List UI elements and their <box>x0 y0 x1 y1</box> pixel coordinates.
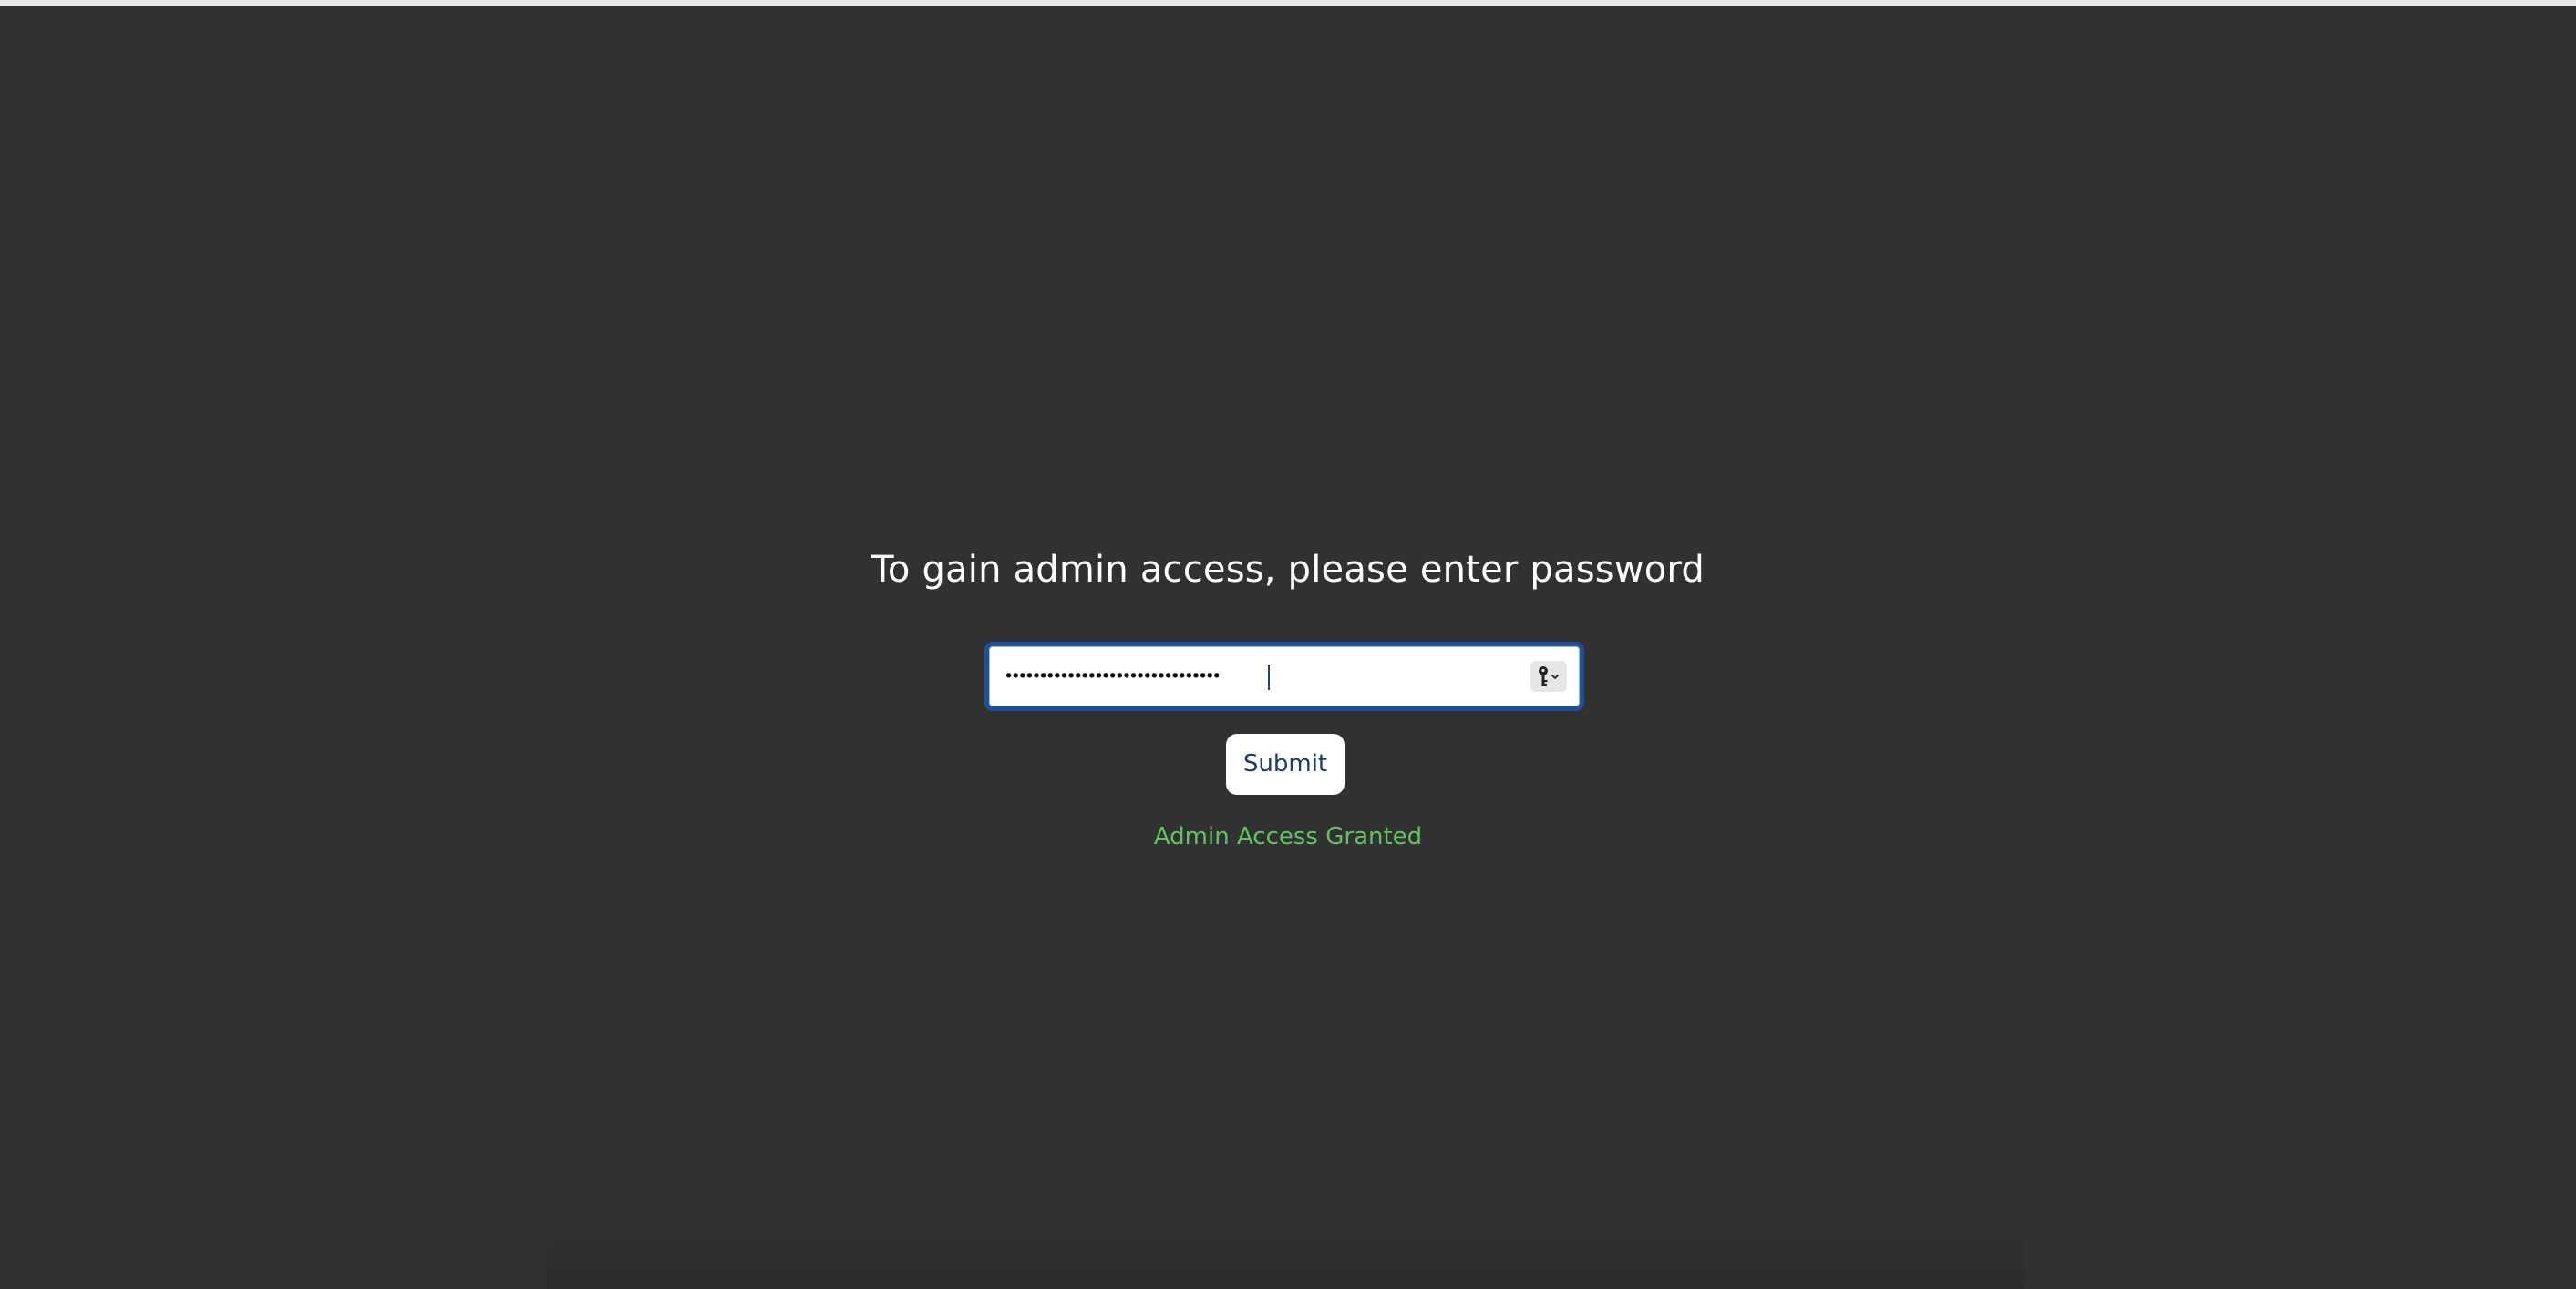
browser-top-strip <box>0 0 2576 6</box>
bottom-shadow <box>547 1212 2024 1289</box>
text-caret <box>1268 665 1270 690</box>
password-manager-key-icon[interactable] <box>1530 661 1567 692</box>
access-status-message: Admin Access Granted <box>1153 823 1423 851</box>
password-field[interactable]: ••••••••••••••••••••••••••••••• <box>984 642 1584 711</box>
submit-button[interactable]: Submit <box>1226 734 1345 795</box>
password-prompt: To gain admin access, please enter passw… <box>871 549 1705 591</box>
password-masked-value: ••••••••••••••••••••••••••••••• <box>1004 666 1219 686</box>
